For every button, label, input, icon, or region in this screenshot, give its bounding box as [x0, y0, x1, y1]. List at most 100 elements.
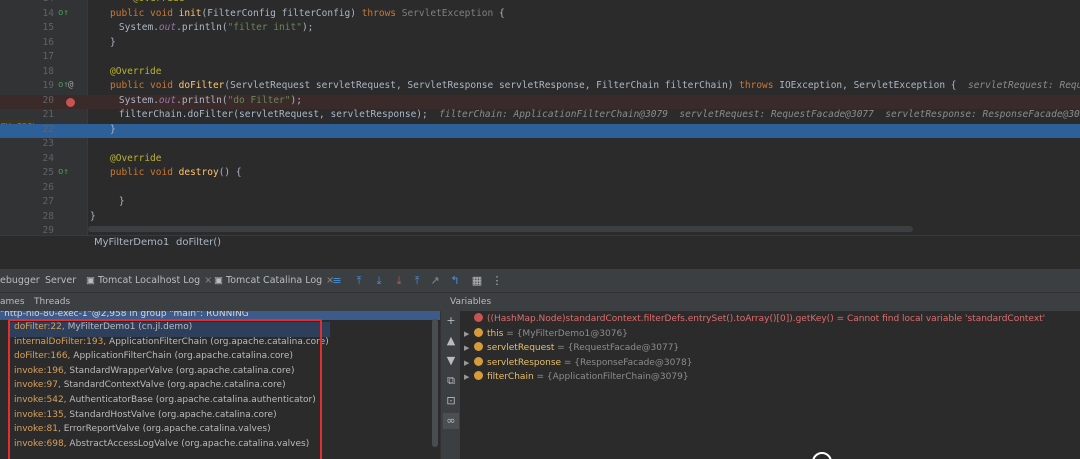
frames-threads-tabs: ames Threads — [0, 293, 440, 311]
code-token: throws — [739, 80, 780, 91]
code-line[interactable]: 28} — [0, 211, 1080, 226]
variable-row[interactable]: ▶ servletRequest = {RequestFacade@3077} — [464, 342, 679, 357]
code-line[interactable]: 19 o↑ @ public void doFilter(ServletRequest… — [0, 80, 1080, 95]
move-down-icon[interactable]: ▼ — [443, 353, 459, 369]
evaluate-expression-icon[interactable]: ▦ — [470, 274, 484, 288]
line-number[interactable]: 14 — [34, 0, 54, 4]
move-up-icon[interactable]: ▲ — [443, 333, 459, 349]
line-number[interactable]: 17 — [34, 51, 54, 62]
line-number[interactable]: 26 — [34, 182, 54, 193]
code-text[interactable]: } — [110, 37, 116, 48]
code-text[interactable]: } — [96, 196, 125, 207]
override-marker-icon[interactable]: o↑ — [58, 167, 69, 177]
step-over-icon[interactable]: ⤒ — [352, 274, 366, 288]
breakpoint-icon[interactable] — [66, 97, 75, 107]
code-editor[interactable]: ry.root 14o↑ @Override14o↑public void in… — [0, 0, 1080, 235]
code-text[interactable]: public void init(FilterConfig filterConf… — [110, 8, 505, 19]
code-token: IOException, ServletException { — [779, 80, 968, 91]
code-text[interactable]: public void destroy() { — [110, 167, 242, 178]
line-number[interactable]: 29 — [34, 225, 54, 235]
code-line[interactable]: 24 @Override — [0, 153, 1080, 168]
code-line[interactable]: 21 filterChain.doFilter(servletRequest, … — [0, 109, 1080, 124]
code-text[interactable]: filterChain.doFilter(servletRequest, ser… — [96, 109, 1080, 120]
step-into-icon[interactable]: ⤓ — [372, 274, 386, 288]
line-number[interactable]: 25 — [34, 167, 54, 178]
code-text[interactable]: System.out.println("filter init"); — [96, 22, 314, 33]
expand-arrow-icon[interactable]: ▶ — [464, 373, 474, 381]
variables-side-toolbar: + ▲ ▼ ⧉ ⊡ ∞ — [440, 311, 460, 459]
frames-list[interactable]: "http-nio-80-exec-1"@2,958 in group "mai… — [0, 311, 440, 459]
more-options-icon[interactable]: ⋮ — [490, 274, 504, 288]
code-line[interactable]: 16} — [0, 37, 1080, 52]
tab-tomcat-localhost-log-label: Tomcat Localhost Log — [98, 275, 201, 286]
line-number[interactable]: 24 — [34, 153, 54, 164]
line-number[interactable]: 20 — [34, 95, 54, 106]
code-text[interactable]: @Override — [110, 66, 161, 77]
variable-row[interactable]: ▶ filterChain = {ApplicationFilterChain@3… — [464, 371, 689, 386]
annotation-marker-icon[interactable]: @ — [68, 80, 73, 90]
code-line[interactable]: 14 o↑ @Override — [0, 0, 1080, 8]
code-text[interactable]: } — [90, 211, 96, 222]
code-token: throws — [361, 7, 402, 19]
code-line[interactable]: 27 } — [0, 196, 1080, 211]
highlight-box — [8, 319, 322, 459]
watch-error[interactable]: ((HashMap.Node)standardContext.filterDef… — [464, 313, 1045, 328]
override-marker-icon[interactable]: o↑ — [58, 8, 69, 18]
code-text[interactable]: } — [110, 124, 116, 135]
breadcrumb-class[interactable]: MyFilterDemo1 — [94, 236, 169, 250]
code-text[interactable]: System.out.println("do Filter"); — [96, 95, 302, 106]
duplicate-icon[interactable]: ⧉ — [443, 373, 459, 389]
code-text[interactable]: @Override — [110, 0, 184, 4]
copy-icon[interactable]: ⊡ — [443, 393, 459, 409]
variable-row[interactable]: ▶ this = {MyFilterDemo1@3076} — [464, 327, 628, 343]
line-number[interactable]: 21 — [34, 109, 54, 120]
override-marker-icon[interactable]: o↑ — [58, 0, 69, 3]
line-number[interactable]: 18 — [34, 66, 54, 77]
run-to-cursor-icon[interactable]: ↰ — [448, 274, 462, 288]
line-number[interactable]: 15 — [34, 22, 54, 33]
expand-arrow-icon[interactable]: ▶ — [464, 330, 474, 338]
force-step-into-icon[interactable]: ⤓ — [392, 274, 406, 288]
tab-frames[interactable]: ames — [0, 293, 25, 311]
add-watch-icon[interactable]: + — [443, 313, 459, 329]
code-line[interactable]: 25 o↑ public void destroy() { — [0, 167, 1080, 182]
line-number[interactable]: 28 — [34, 211, 54, 222]
line-number[interactable]: 27 — [34, 196, 54, 207]
breadcrumb-method[interactable]: doFilter() — [176, 236, 221, 250]
line-number[interactable]: 22 — [34, 124, 54, 135]
tab-server[interactable]: Server — [45, 269, 76, 293]
code-line[interactable]: 26 — [0, 182, 1080, 197]
tab-tomcat-catalina-log[interactable]: ▣ Tomcat Catalina Log × — [214, 269, 334, 293]
show-watches-icon[interactable]: ∞ — [443, 413, 459, 429]
variables-tree[interactable]: ((HashMap.Node)standardContext.filterDef… — [460, 311, 1080, 459]
code-line[interactable]: 15 System.out.println("filter init"); — [0, 22, 1080, 37]
code-line[interactable]: 22} — [0, 123, 1080, 138]
variable-value: = {ApplicationFilterChain@3079} — [533, 372, 689, 383]
code-line[interactable]: 23 — [0, 138, 1080, 153]
drop-frame-icon[interactable]: ↗ — [428, 274, 442, 288]
code-line[interactable]: 14 o↑ public void init(FilterConfig filter… — [0, 8, 1080, 23]
line-number[interactable]: 16 — [34, 37, 54, 48]
field-icon — [474, 356, 483, 366]
frames-scrollbar[interactable] — [432, 319, 438, 447]
expand-arrow-icon[interactable]: ▶ — [464, 344, 474, 352]
line-number[interactable]: 23 — [34, 138, 54, 149]
code-line[interactable]: 20 System.out.println("do Filter"); — [0, 94, 1080, 109]
tab-tomcat-localhost-log[interactable]: ▣ Tomcat Localhost Log × — [86, 269, 212, 293]
editor-horizontal-scrollbar[interactable] — [88, 226, 913, 232]
expand-arrow-icon[interactable]: ▶ — [464, 359, 474, 367]
tab-threads[interactable]: Threads — [34, 293, 70, 311]
tab-debugger[interactable]: ebugger — [0, 269, 40, 293]
code-token: "do Filter" — [227, 94, 291, 106]
code-text[interactable]: public void doFilter(ServletRequest serv… — [110, 80, 1080, 91]
code-line[interactable]: 18 @Override — [0, 66, 1080, 81]
step-out-icon[interactable]: ⤒ — [410, 274, 424, 288]
code-line[interactable]: 17 — [0, 51, 1080, 66]
line-number[interactable]: 14 — [34, 8, 54, 19]
console-tab-icon: ▣ — [214, 275, 223, 286]
variable-row[interactable]: ▶ servletResponse = {ResponseFacade@3078} — [464, 356, 692, 372]
line-number[interactable]: 19 — [34, 80, 54, 91]
close-icon[interactable]: × — [204, 275, 212, 286]
code-text[interactable]: @Override — [110, 153, 161, 164]
show-execution-point-icon[interactable]: ≡ — [330, 274, 344, 288]
